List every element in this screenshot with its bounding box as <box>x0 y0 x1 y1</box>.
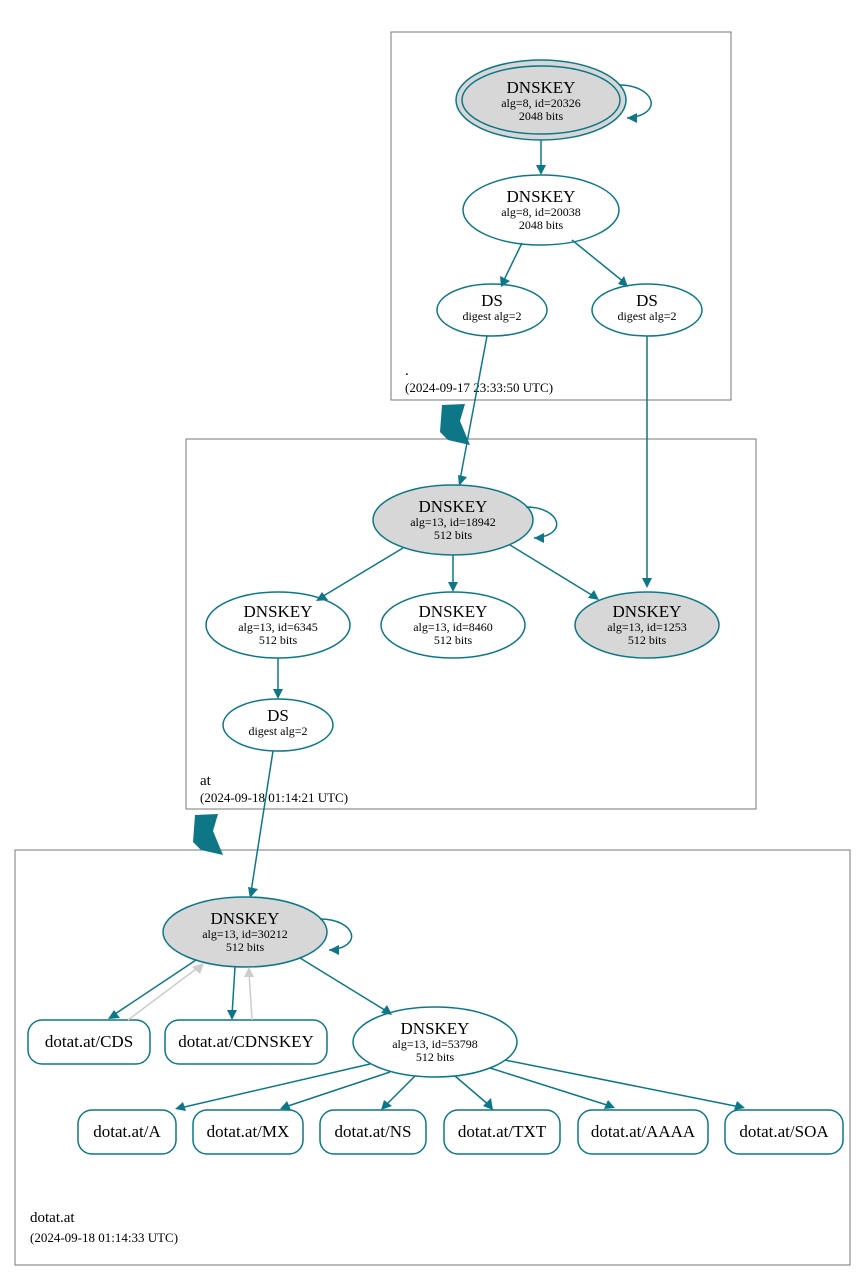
arrow-atksk-self <box>534 533 544 543</box>
node-rr-txt: dotat.at/TXT <box>444 1110 560 1154</box>
edge-zsk-a <box>180 1064 370 1108</box>
node-at-ksk: DNSKEY alg=13, id=18942 512 bits <box>373 485 533 555</box>
rr-cds-label: dotat.at/CDS <box>45 1032 133 1051</box>
node-rr-ns: dotat.at/NS <box>320 1110 426 1154</box>
rr-txt-label: dotat.at/TXT <box>458 1122 547 1141</box>
arrow-dotatksk-dotatzsk <box>381 1005 392 1015</box>
root-ds2-title: DS <box>636 291 658 310</box>
node-rr-cds: dotat.at/CDS <box>28 1020 150 1064</box>
zone-arrow-at-to-dotat <box>193 814 223 855</box>
node-rr-soa: dotat.at/SOA <box>725 1110 843 1154</box>
arrow-zsk-txt <box>483 1098 493 1110</box>
zone-at-time: (2024-09-18 01:14:21 UTC) <box>200 790 348 805</box>
rr-cdnskey-label: dotat.at/CDNSKEY <box>178 1032 314 1051</box>
dotat-ksk-sub1: alg=13, id=30212 <box>202 927 288 941</box>
edge-atds-dotatksk <box>251 751 273 892</box>
node-root-ds1: DS digest alg=2 <box>437 284 547 336</box>
arrow-ds2-atzsk3 <box>642 578 652 588</box>
zone-dotat-time: (2024-09-18 01:14:33 UTC) <box>30 1230 178 1245</box>
edge-atksk-zsk1 <box>320 548 403 598</box>
at-ds-title: DS <box>267 706 289 725</box>
arrow-dotatksk-cdnskey <box>227 1010 237 1020</box>
root-ksk-sub2: 2048 bits <box>519 109 564 123</box>
at-zsk3-sub2: 512 bits <box>628 633 667 647</box>
zone-root-name: . <box>405 363 409 379</box>
root-zsk-sub2: 2048 bits <box>519 218 564 232</box>
root-zsk-sub1: alg=8, id=20038 <box>501 205 581 219</box>
node-at-ds: DS digest alg=2 <box>223 699 333 751</box>
at-ds-sub1: digest alg=2 <box>248 724 307 738</box>
node-dotat-zsk: DNSKEY alg=13, id=53798 512 bits <box>353 1007 517 1077</box>
node-rr-a: dotat.at/A <box>78 1110 176 1154</box>
node-root-ds2: DS digest alg=2 <box>592 284 702 336</box>
edge-rootzsk-ds2 <box>572 240 625 283</box>
arrow-cdnskey-dotatksk <box>244 967 254 977</box>
rr-soa-label: dotat.at/SOA <box>739 1122 829 1141</box>
node-root-ksk: DNSKEY alg=8, id=20326 2048 bits <box>456 60 626 140</box>
dotat-zsk-sub2: 512 bits <box>416 1050 455 1064</box>
zone-at-name: at <box>200 773 212 789</box>
arrow-zsk-a <box>175 1102 186 1111</box>
node-at-zsk3: DNSKEY alg=13, id=1253 512 bits <box>575 592 719 658</box>
at-zsk2-sub1: alg=13, id=8460 <box>413 620 493 634</box>
edge-cds-dotatksk <box>128 966 200 1020</box>
dotat-ksk-sub2: 512 bits <box>226 940 265 954</box>
rr-ns-label: dotat.at/NS <box>335 1122 412 1141</box>
dnssec-graph: . (2024-09-17 23:33:50 UTC) at (2024-09-… <box>0 0 865 1278</box>
node-rr-aaaa: dotat.at/AAAA <box>578 1110 708 1154</box>
rr-a-label: dotat.at/A <box>93 1122 161 1141</box>
root-ksk-sub1: alg=8, id=20326 <box>501 96 581 110</box>
edge-zsk-txt <box>455 1076 490 1106</box>
edge-dotatksk-dotatzsk <box>300 958 388 1012</box>
at-ksk-sub2: 512 bits <box>434 528 473 542</box>
edge-zsk-mx <box>285 1072 390 1107</box>
arrow-atksk-zsk1 <box>316 592 328 601</box>
edge-ds1-atksk <box>460 336 487 480</box>
edge-zsk-aaaa <box>490 1068 610 1106</box>
at-zsk3-sub1: alg=13, id=1253 <box>607 620 687 634</box>
edge-rootzsk-ds1 <box>503 243 522 282</box>
at-zsk1-sub1: alg=13, id=6345 <box>238 620 318 634</box>
edge-cdnskey-dotatksk <box>249 972 252 1020</box>
at-zsk1-title: DNSKEY <box>244 602 313 621</box>
arrow-cds-dotatksk <box>192 963 204 974</box>
at-ksk-sub1: alg=13, id=18942 <box>410 515 496 529</box>
node-dotat-ksk: DNSKEY alg=13, id=30212 512 bits <box>163 897 327 967</box>
edge-dotatksk-cdnskey <box>232 967 235 1015</box>
arrow-atksk-zsk2 <box>448 582 458 592</box>
arrow-dotatksk-self <box>329 945 339 955</box>
node-rr-cdnskey: dotat.at/CDNSKEY <box>165 1020 327 1064</box>
edge-zsk-ns <box>385 1076 415 1106</box>
dotat-zsk-title: DNSKEY <box>401 1019 470 1038</box>
arrow-rootksk-rootzsk <box>536 165 546 175</box>
at-zsk1-sub2: 512 bits <box>259 633 298 647</box>
arrow-zsk-soa <box>734 1101 745 1110</box>
root-ksk-title: DNSKEY <box>507 78 576 97</box>
edge-atksk-zsk3 <box>510 545 595 597</box>
node-rr-mx: dotat.at/MX <box>193 1110 303 1154</box>
node-at-zsk2: DNSKEY alg=13, id=8460 512 bits <box>381 592 525 658</box>
arrow-atksk-zsk3 <box>588 590 599 600</box>
dotat-zsk-sub1: alg=13, id=53798 <box>392 1037 478 1051</box>
node-at-zsk1: DNSKEY alg=13, id=6345 512 bits <box>206 592 350 658</box>
dotat-ksk-title: DNSKEY <box>211 909 280 928</box>
rr-mx-label: dotat.at/MX <box>207 1122 290 1141</box>
at-zsk2-title: DNSKEY <box>419 602 488 621</box>
node-root-zsk: DNSKEY alg=8, id=20038 2048 bits <box>463 175 619 245</box>
edge-dotatksk-cds <box>112 960 196 1016</box>
arrow-root-ksk-self <box>627 113 637 123</box>
zone-dotat-name: dotat.at <box>30 1210 75 1226</box>
root-zsk-title: DNSKEY <box>507 187 576 206</box>
at-zsk3-title: DNSKEY <box>613 602 682 621</box>
root-ds2-sub1: digest alg=2 <box>617 309 676 323</box>
at-ksk-title: DNSKEY <box>419 497 488 516</box>
root-ds1-title: DS <box>481 291 503 310</box>
root-ds1-sub1: digest alg=2 <box>462 309 521 323</box>
rr-aaaa-label: dotat.at/AAAA <box>591 1122 696 1141</box>
arrow-atzsk1-atds <box>273 689 283 699</box>
at-zsk2-sub2: 512 bits <box>434 633 473 647</box>
